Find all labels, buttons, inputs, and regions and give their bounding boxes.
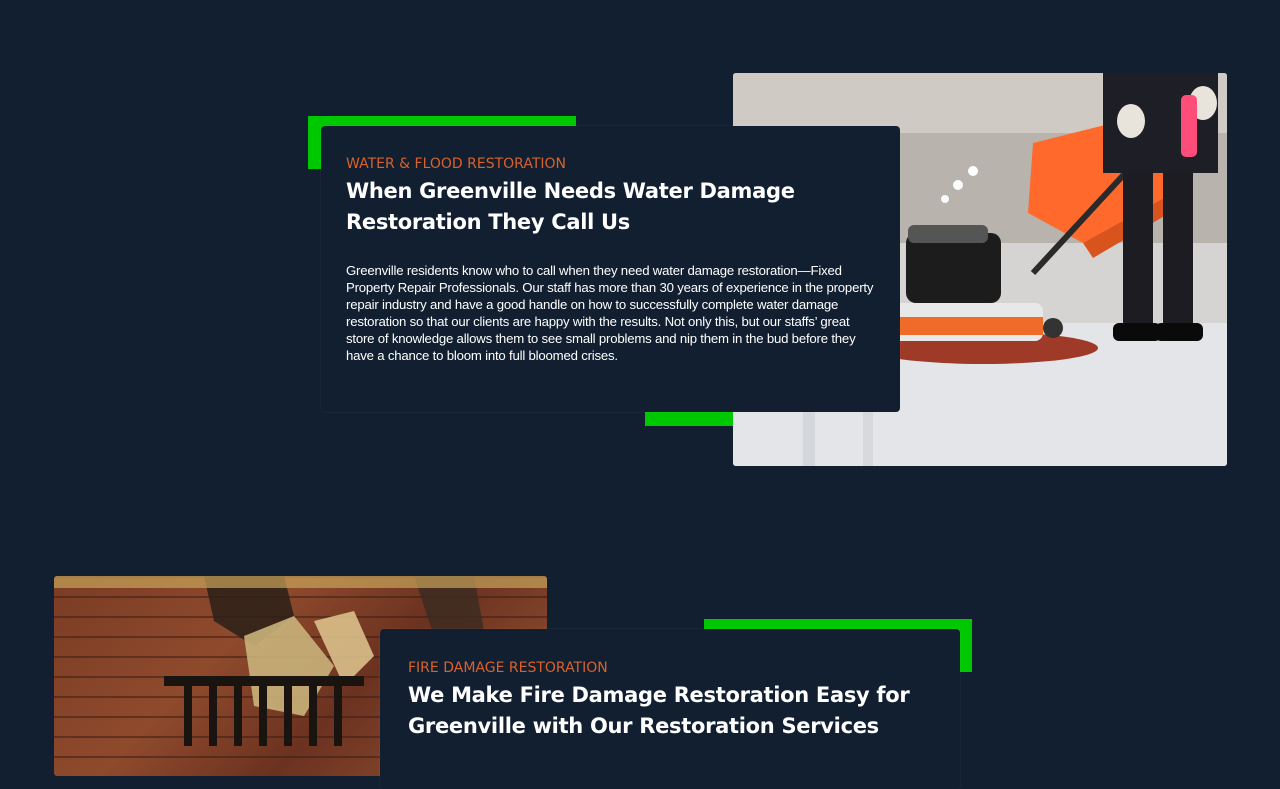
fire-restoration-card: FIRE DAMAGE RESTORATION We Make Fire Dam… xyxy=(380,629,960,789)
section-heading: When Greenville Needs Water Damage Resto… xyxy=(346,179,795,234)
section-eyebrow: WATER & FLOOD RESTORATION xyxy=(346,156,566,172)
section-eyebrow: FIRE DAMAGE RESTORATION xyxy=(408,660,608,676)
section-body: Greenville residents know who to call wh… xyxy=(346,263,874,363)
section-heading: We Make Fire Damage Restoration Easy for… xyxy=(408,683,910,738)
water-restoration-card: WATER & FLOOD RESTORATION When Greenvill… xyxy=(321,126,900,412)
